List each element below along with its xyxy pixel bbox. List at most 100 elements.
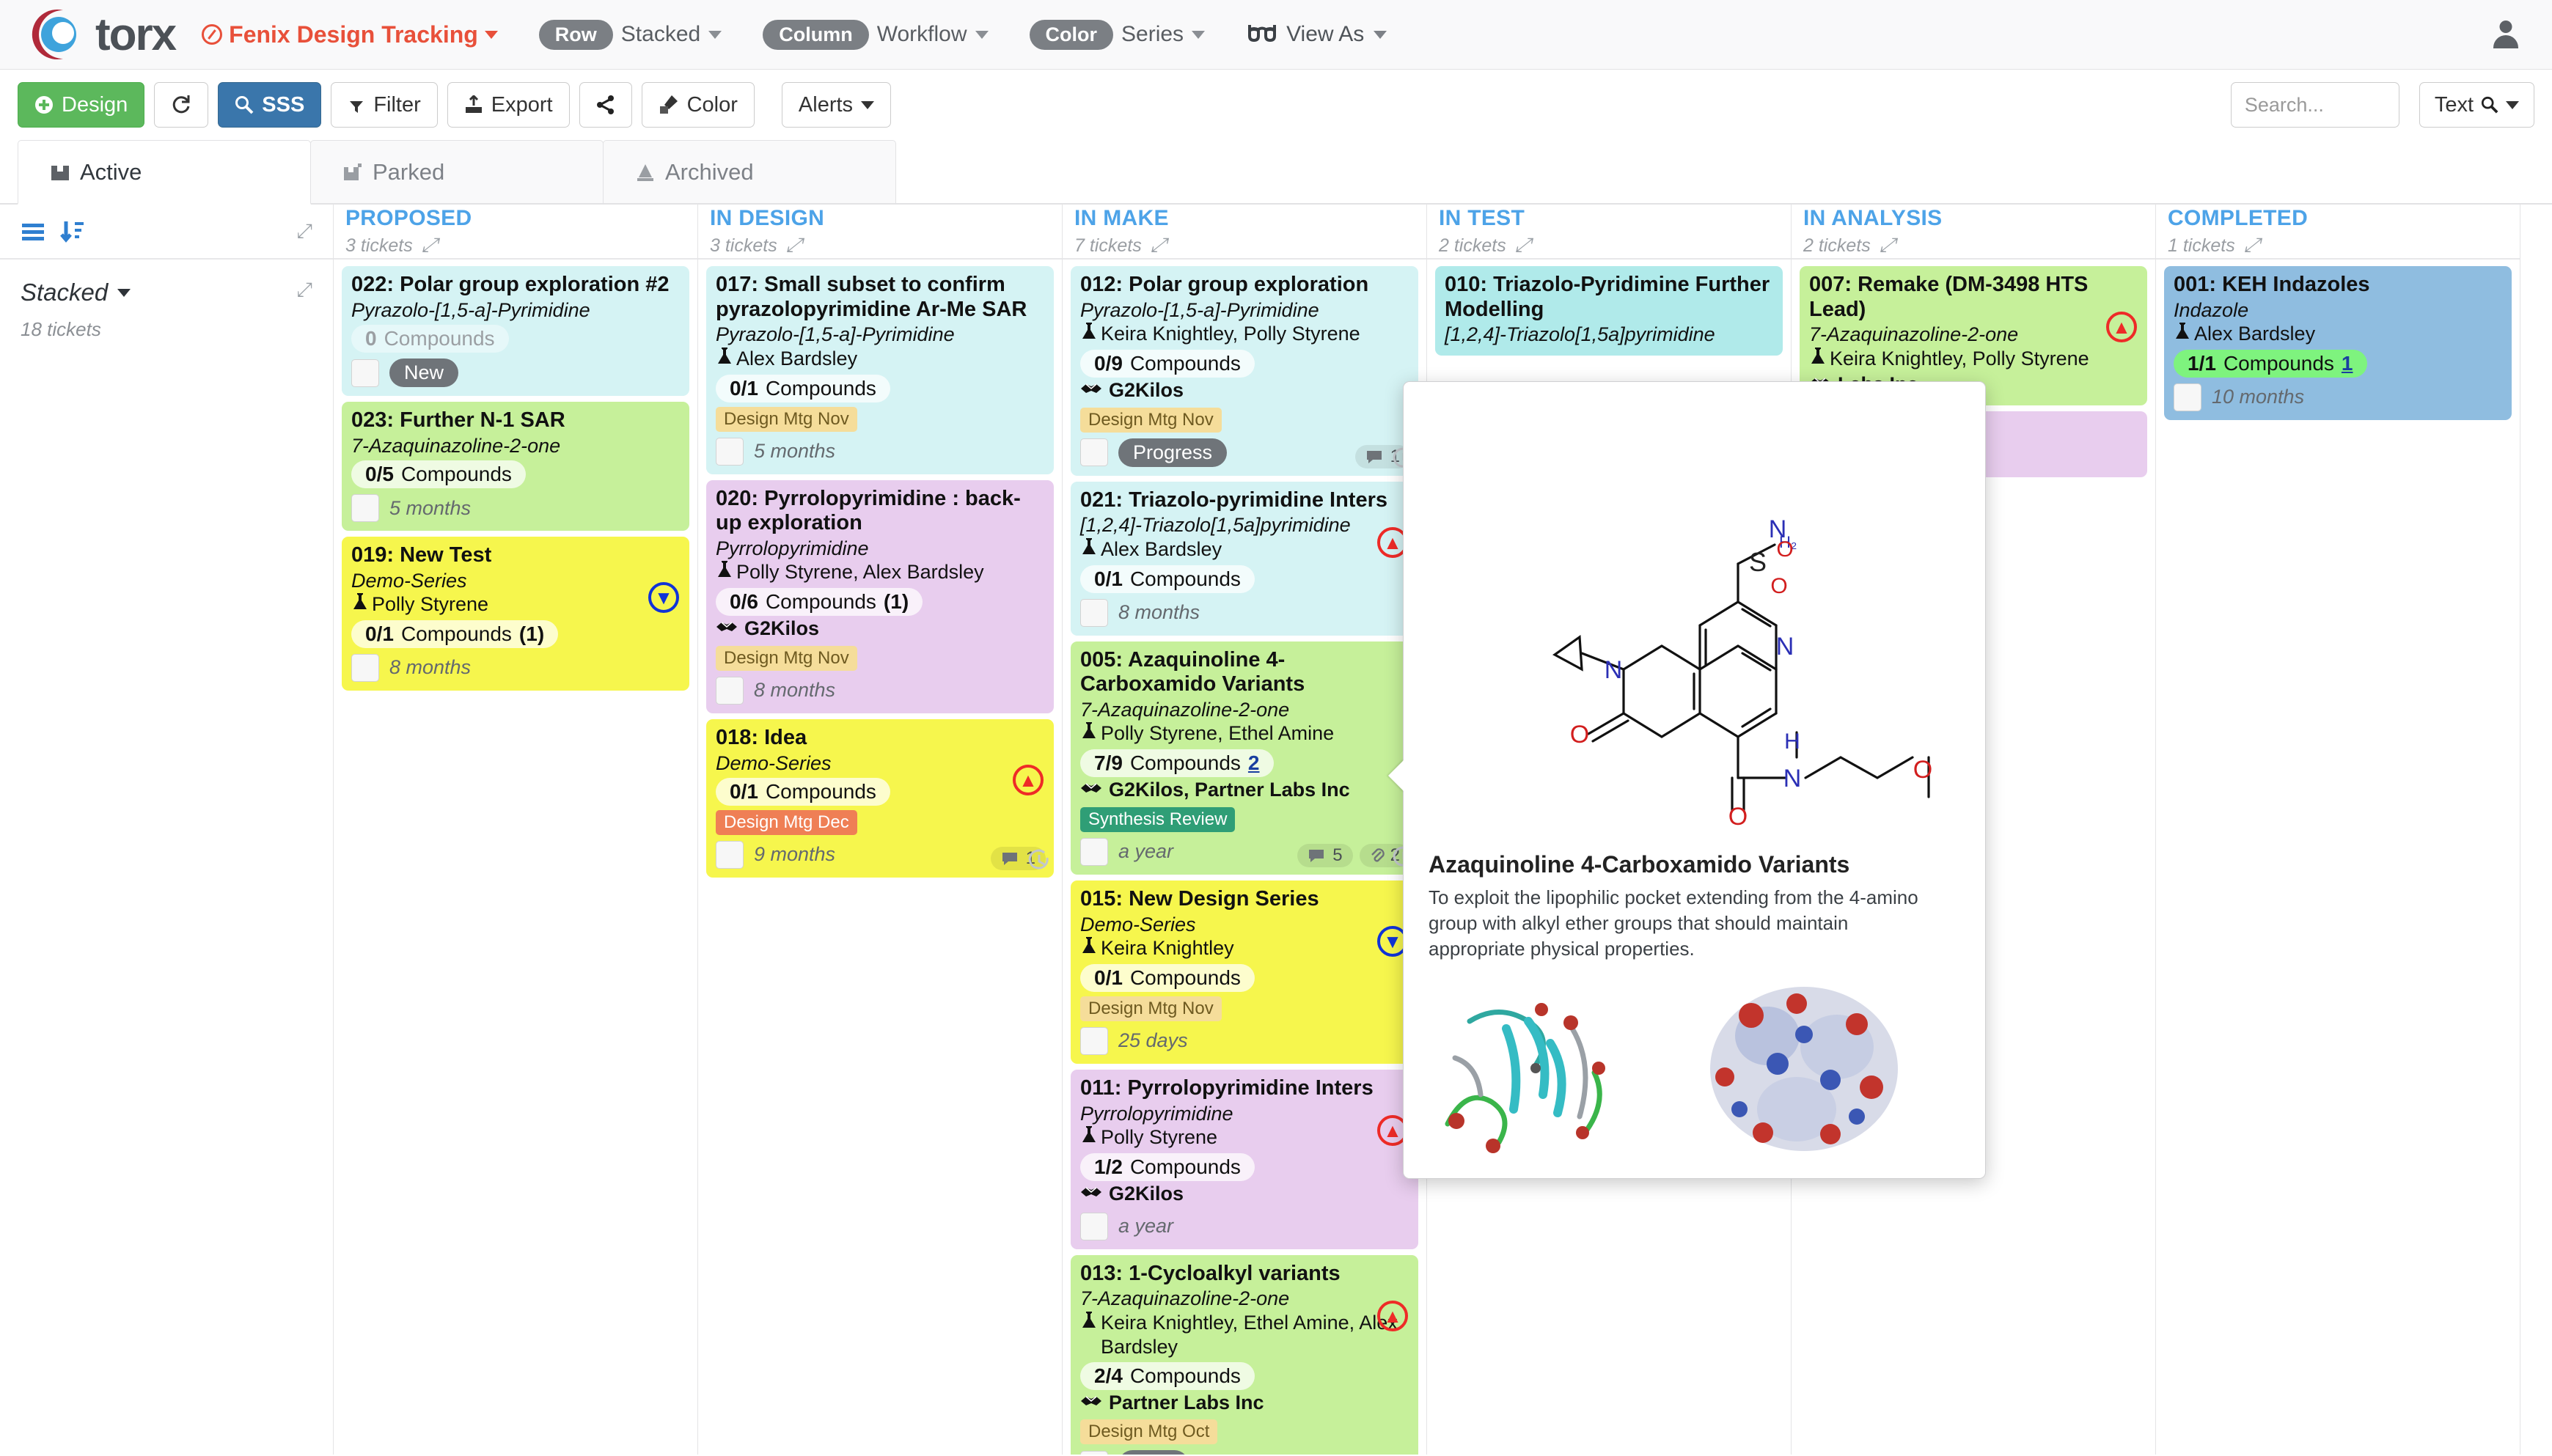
alerts-button[interactable]: Alerts [781,82,892,128]
ticket-tag[interactable]: Design Mtg Dec [716,809,857,835]
column-subtitle: 7 tickets ⤢ [1074,234,1426,257]
ticket-badge[interactable]: 5 [1297,843,1353,867]
ticket-assignees: Keira Knightley [1080,936,1409,961]
refresh-button[interactable] [154,82,209,128]
expand-column-icon[interactable]: ⤢ [422,234,438,257]
app-logo[interactable]: torx [25,6,177,63]
priority-down-icon[interactable]: ▼ [648,582,679,614]
ticket-card[interactable]: 015: New Design Series Demo-Series Keira K… [1071,880,1418,1064]
tab-parked[interactable]: Parked [310,140,604,203]
ticket-tag[interactable]: Design Mtg Nov [716,645,857,671]
ticket-card[interactable]: 010: Triazolo-Pyridimine Further Modelli… [1435,266,1783,356]
ticket-card[interactable]: 021: Triazolo-pyrimidine Inters [1,2,4]-T… [1071,481,1418,636]
ticket-card[interactable]: 012: Polar group exploration Pyrazolo-[1,… [1071,266,1418,476]
column-selector[interactable]: Column Workflow [763,19,989,50]
expand-rail-icon[interactable]: ⤢ [296,220,312,243]
ticket-card[interactable]: 013: 1-Cycloalkyl variants 7-Azaquinazoli… [1071,1254,1418,1455]
compounds-badge[interactable]: 0/5 Compounds [351,460,526,489]
expand-column-icon[interactable]: ⤢ [786,234,802,257]
expand-column-icon[interactable]: ⤢ [1515,234,1531,257]
rail-group-selector[interactable]: Stacked [21,279,312,306]
history-icon[interactable] [1027,848,1052,879]
rail-group-label: Stacked [21,279,109,306]
ticket-checkbox[interactable] [351,653,379,682]
compounds-badge[interactable]: 0/1 Compounds [1080,963,1255,992]
ticket-checkbox[interactable] [1080,1212,1108,1240]
compounds-link[interactable]: 2 [1248,751,1260,775]
compounds-badge[interactable]: 7/9 Compounds 2 [1080,749,1274,778]
ticket-checkbox[interactable] [351,494,379,523]
ticket-card[interactable]: 001: KEH Indazoles Indazole Alex Bardsley 1… [2164,266,2512,420]
sss-search-button[interactable]: SSS [218,82,322,128]
compounds-badge[interactable]: 0 Compounds [351,325,509,353]
ticket-card[interactable]: 022: Polar group exploration #2 Pyrazolo-… [342,266,689,397]
expand-column-icon[interactable]: ⤢ [1880,234,1896,257]
ticket-tag[interactable]: Design Mtg Nov [1080,407,1222,433]
expand-column-icon[interactable]: ⤢ [1151,234,1167,257]
filter-button[interactable]: Filter [331,82,438,128]
ticket-state-button[interactable]: Progress [1118,438,1228,467]
compounds-badge[interactable]: 0/6 Compounds (1) [716,588,923,617]
ticket-checkbox[interactable] [351,359,379,387]
ticket-age: 10 months [2212,386,2305,408]
ticket-checkbox[interactable] [716,840,744,869]
ticket-checkbox[interactable] [1080,438,1108,467]
ticket-checkbox[interactable] [1080,837,1108,866]
search-input[interactable] [2230,82,2399,128]
ticket-card[interactable]: 017: Small subset to confirm pyrazolopyr… [706,266,1054,474]
compounds-badge[interactable]: 0/1 Compounds [716,777,890,806]
expand-column-icon[interactable]: ⤢ [2244,234,2260,257]
compounds-badge[interactable]: 0/1 Compounds [1080,565,1255,593]
tab-archived[interactable]: Archived [603,140,896,203]
export-button[interactable]: Export [447,82,570,128]
user-account-button[interactable] [2485,13,2527,56]
ticket-tag[interactable]: Design Mtg Nov [716,406,857,432]
ticket-tag[interactable]: Design Mtg Nov [1080,996,1222,1021]
ticket-tag[interactable]: Synthesis Review [1080,806,1236,832]
compounds-link[interactable]: 1 [2342,352,2353,375]
color-button[interactable]: Color [641,82,755,128]
ticket-checkbox[interactable] [716,437,744,466]
row-selector[interactable]: Row Stacked [538,19,722,50]
tab-active[interactable]: Active [18,140,311,205]
compounds-badge[interactable]: 2/4 Compounds [1080,1361,1255,1390]
ticket-card[interactable]: 005: Azaquinoline 4-Carboxamido Variants… [1071,641,1418,875]
ticket-card[interactable]: 011: Pyrrolopyrimidine Inters Pyrrolopyri… [1071,1069,1418,1249]
priority-up-icon[interactable]: ▲ [1377,1300,1408,1331]
ticket-state-button[interactable]: Alert [1118,1450,1189,1455]
sort-descending-icon[interactable] [59,220,85,243]
ticket-checkbox[interactable] [716,676,744,705]
rail-group-count: 18 tickets [21,318,101,340]
priority-up-icon[interactable]: ▲ [1013,764,1044,795]
row-selected-value: Stacked [620,22,701,46]
ticket-card[interactable]: 019: New Test Demo-Series Polly Styrene 0/1… [342,537,689,691]
compounds-badge[interactable]: 0/1 Compounds [716,374,890,402]
ticket-card[interactable]: 023: Further N-1 SAR 7-Azaquinazoline-2-o… [342,402,689,532]
ticket-card[interactable]: 018: Idea Demo-Series 0/1 Compounds Design M… [706,718,1054,879]
compounds-badge[interactable]: 0/1 Compounds (1) [351,619,559,648]
new-design-button[interactable]: Design [18,82,145,128]
search-mode-selector[interactable]: Text [2419,82,2534,128]
ticket-state-button[interactable]: New [389,359,459,388]
ticket-tag[interactable]: Design Mtg Oct [1080,1419,1218,1445]
ticket-series: 7-Azaquinazoline-2-one [1809,323,2019,346]
color-selector[interactable]: Color Series [1029,19,1206,50]
project-selector[interactable]: Fenix Design Tracking [202,21,498,48]
ticket-checkbox[interactable] [1080,1450,1108,1455]
filter-icon [348,97,365,113]
priority-up-icon[interactable]: ▲ [2106,312,2137,342]
list-icon[interactable] [21,221,48,243]
ticket-tag-row: Design Mtg Dec [716,809,1044,835]
view-as-menu[interactable]: View As [1247,22,1387,47]
ticket-title: 005: Azaquinoline 4-Carboxamido Variants [1080,647,1305,696]
compounds-label: Compounds [1129,1155,1241,1178]
ticket-checkbox[interactable] [1080,1026,1108,1055]
ticket-checkbox[interactable] [2174,383,2201,411]
ticket-checkbox[interactable] [1080,598,1108,627]
compounds-badge[interactable]: 0/9 Compounds [1080,349,1255,378]
share-button[interactable] [579,82,632,128]
ticket-card[interactable]: 020: Pyrrolopyrimidine : back-up explora… [706,479,1054,713]
compounds-badge[interactable]: 1/2 Compounds [1080,1152,1255,1181]
compounds-badge[interactable]: 1/1 Compounds 1 [2174,349,2367,378]
expand-group-icon[interactable]: ⤢ [296,279,312,302]
